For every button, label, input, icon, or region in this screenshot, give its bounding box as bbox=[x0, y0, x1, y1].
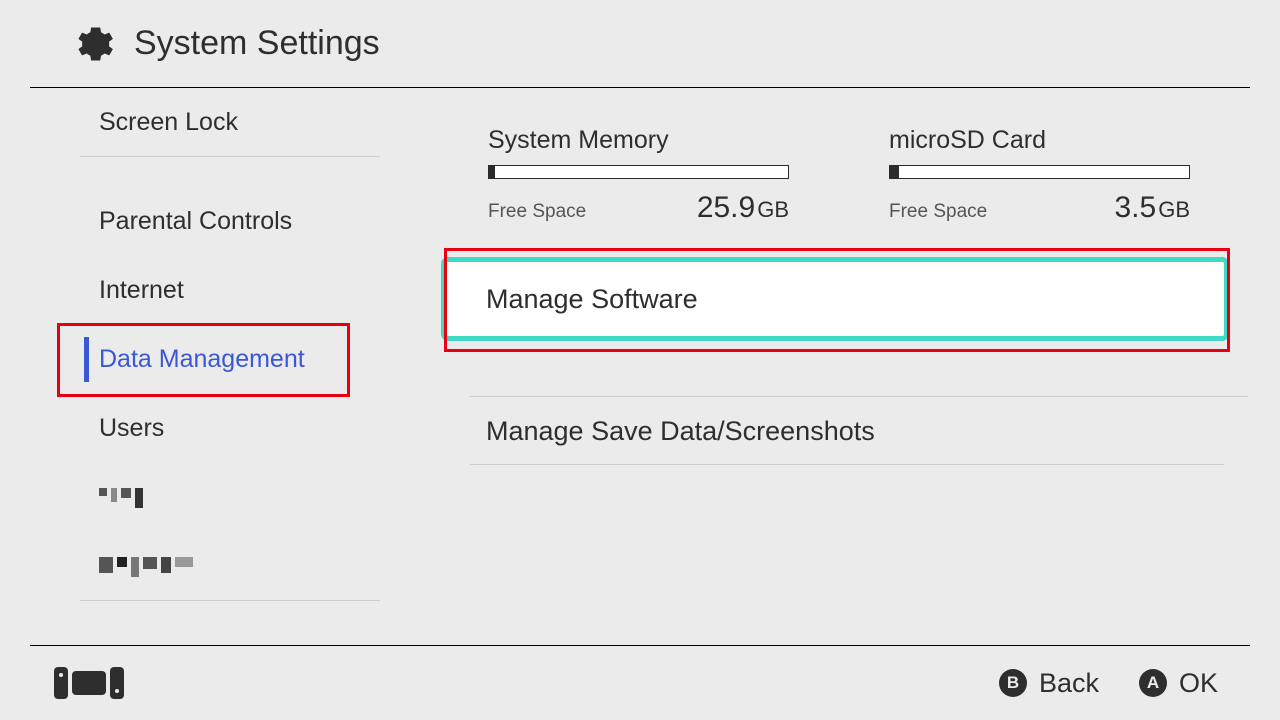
obscured-label bbox=[99, 557, 193, 577]
b-button-icon: B bbox=[999, 669, 1027, 697]
storage-bar-fill bbox=[489, 166, 495, 178]
storage-title: System Memory bbox=[488, 126, 789, 155]
free-space-value: 3.5 bbox=[1114, 191, 1156, 224]
system-settings-screen: System Settings Screen Lock Parental Con… bbox=[0, 0, 1280, 720]
sidebar-item-obscured-2[interactable] bbox=[0, 532, 410, 601]
menu-item-label: Manage Software bbox=[486, 284, 698, 315]
main-menu-list: Manage Software Manage Save Data/Screens… bbox=[446, 258, 1224, 465]
sidebar-item-obscured-1[interactable] bbox=[0, 463, 410, 532]
sidebar-item-label: Screen Lock bbox=[99, 108, 238, 137]
free-space-label: Free Space bbox=[889, 201, 987, 223]
controller-icon[interactable] bbox=[54, 667, 124, 699]
free-space-label: Free Space bbox=[488, 201, 586, 223]
storage-bar bbox=[488, 165, 789, 179]
storage-system-memory: System Memory Free Space 25.9GB bbox=[488, 126, 789, 216]
obscured-label bbox=[99, 488, 143, 508]
sidebar-item-internet[interactable]: Internet bbox=[0, 256, 410, 325]
storage-bar bbox=[889, 165, 1190, 179]
footer: B Back A OK bbox=[30, 645, 1250, 720]
menu-item-manage-software[interactable]: Manage Software bbox=[446, 262, 1224, 336]
selection-indicator bbox=[84, 337, 89, 382]
sidebar-item-label: Data Management bbox=[99, 345, 305, 374]
sidebar-item-label: Parental Controls bbox=[99, 207, 292, 236]
sidebar-item-parental-controls[interactable]: Parental Controls bbox=[0, 187, 410, 256]
free-space-unit: GB bbox=[1158, 197, 1190, 222]
back-button[interactable]: B Back bbox=[999, 668, 1099, 699]
menu-item-label: Manage Save Data/Screenshots bbox=[486, 416, 875, 447]
storage-summary: System Memory Free Space 25.9GB microSD … bbox=[488, 126, 1190, 216]
sidebar-item-users[interactable]: Users bbox=[0, 394, 410, 463]
free-space-unit: GB bbox=[757, 197, 789, 222]
ok-button[interactable]: A OK bbox=[1139, 668, 1218, 699]
storage-title: microSD Card bbox=[889, 126, 1190, 155]
menu-item-manage-save-data[interactable]: Manage Save Data/Screenshots bbox=[446, 397, 1224, 465]
ok-label: OK bbox=[1179, 668, 1218, 699]
gear-icon bbox=[70, 22, 114, 66]
storage-bar-fill bbox=[890, 166, 899, 178]
sidebar-item-label: Internet bbox=[99, 276, 184, 305]
free-space-value: 25.9 bbox=[697, 191, 755, 224]
header: System Settings bbox=[30, 0, 1250, 88]
content-panel: System Memory Free Space 25.9GB microSD … bbox=[410, 88, 1250, 640]
sidebar-item-screen-lock[interactable]: Screen Lock bbox=[0, 88, 410, 157]
page-title: System Settings bbox=[134, 24, 380, 63]
back-label: Back bbox=[1039, 668, 1099, 699]
storage-microsd: microSD Card Free Space 3.5GB bbox=[889, 126, 1190, 216]
sidebar: Screen Lock Parental Controls Internet D… bbox=[0, 88, 410, 640]
sidebar-item-data-management[interactable]: Data Management bbox=[0, 325, 410, 394]
a-button-icon: A bbox=[1139, 669, 1167, 697]
sidebar-item-label: Users bbox=[99, 414, 164, 443]
